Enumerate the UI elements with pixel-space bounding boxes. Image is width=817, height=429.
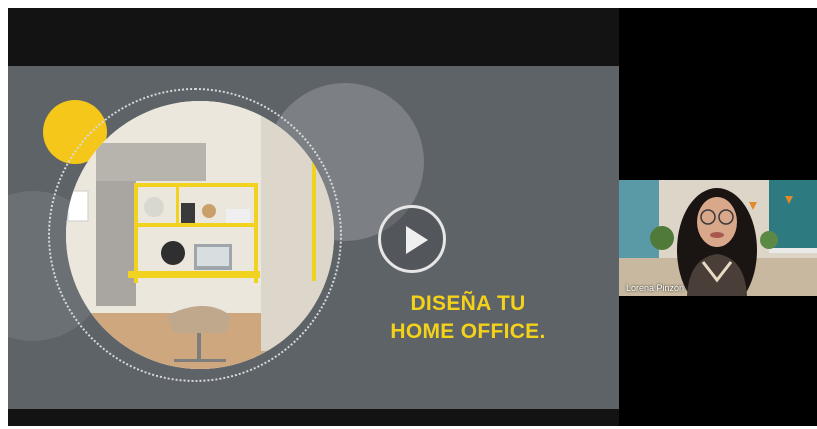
slide-title-line-1: DISEÑA TU: [410, 292, 526, 315]
participant-video-tile[interactable]: Lorena Pinzón: [619, 180, 817, 296]
slide-title: DISEÑA TU HOME OFFICE.: [378, 290, 558, 346]
play-icon: [406, 226, 428, 254]
home-office-photo: [66, 101, 334, 369]
presentation-slide: DISEÑA TU HOME OFFICE.: [8, 66, 619, 409]
play-button[interactable]: [378, 205, 446, 273]
shared-screen: DISEÑA TU HOME OFFICE.: [8, 8, 619, 426]
participants-panel: Lorena Pinzón: [619, 8, 817, 426]
meeting-window: DISEÑA TU HOME OFFICE. Lorena Pinzón: [0, 0, 817, 429]
participant-name-label: Lorena Pinzón: [626, 283, 685, 293]
slide-title-line-2: HOME OFFICE.: [390, 320, 546, 343]
